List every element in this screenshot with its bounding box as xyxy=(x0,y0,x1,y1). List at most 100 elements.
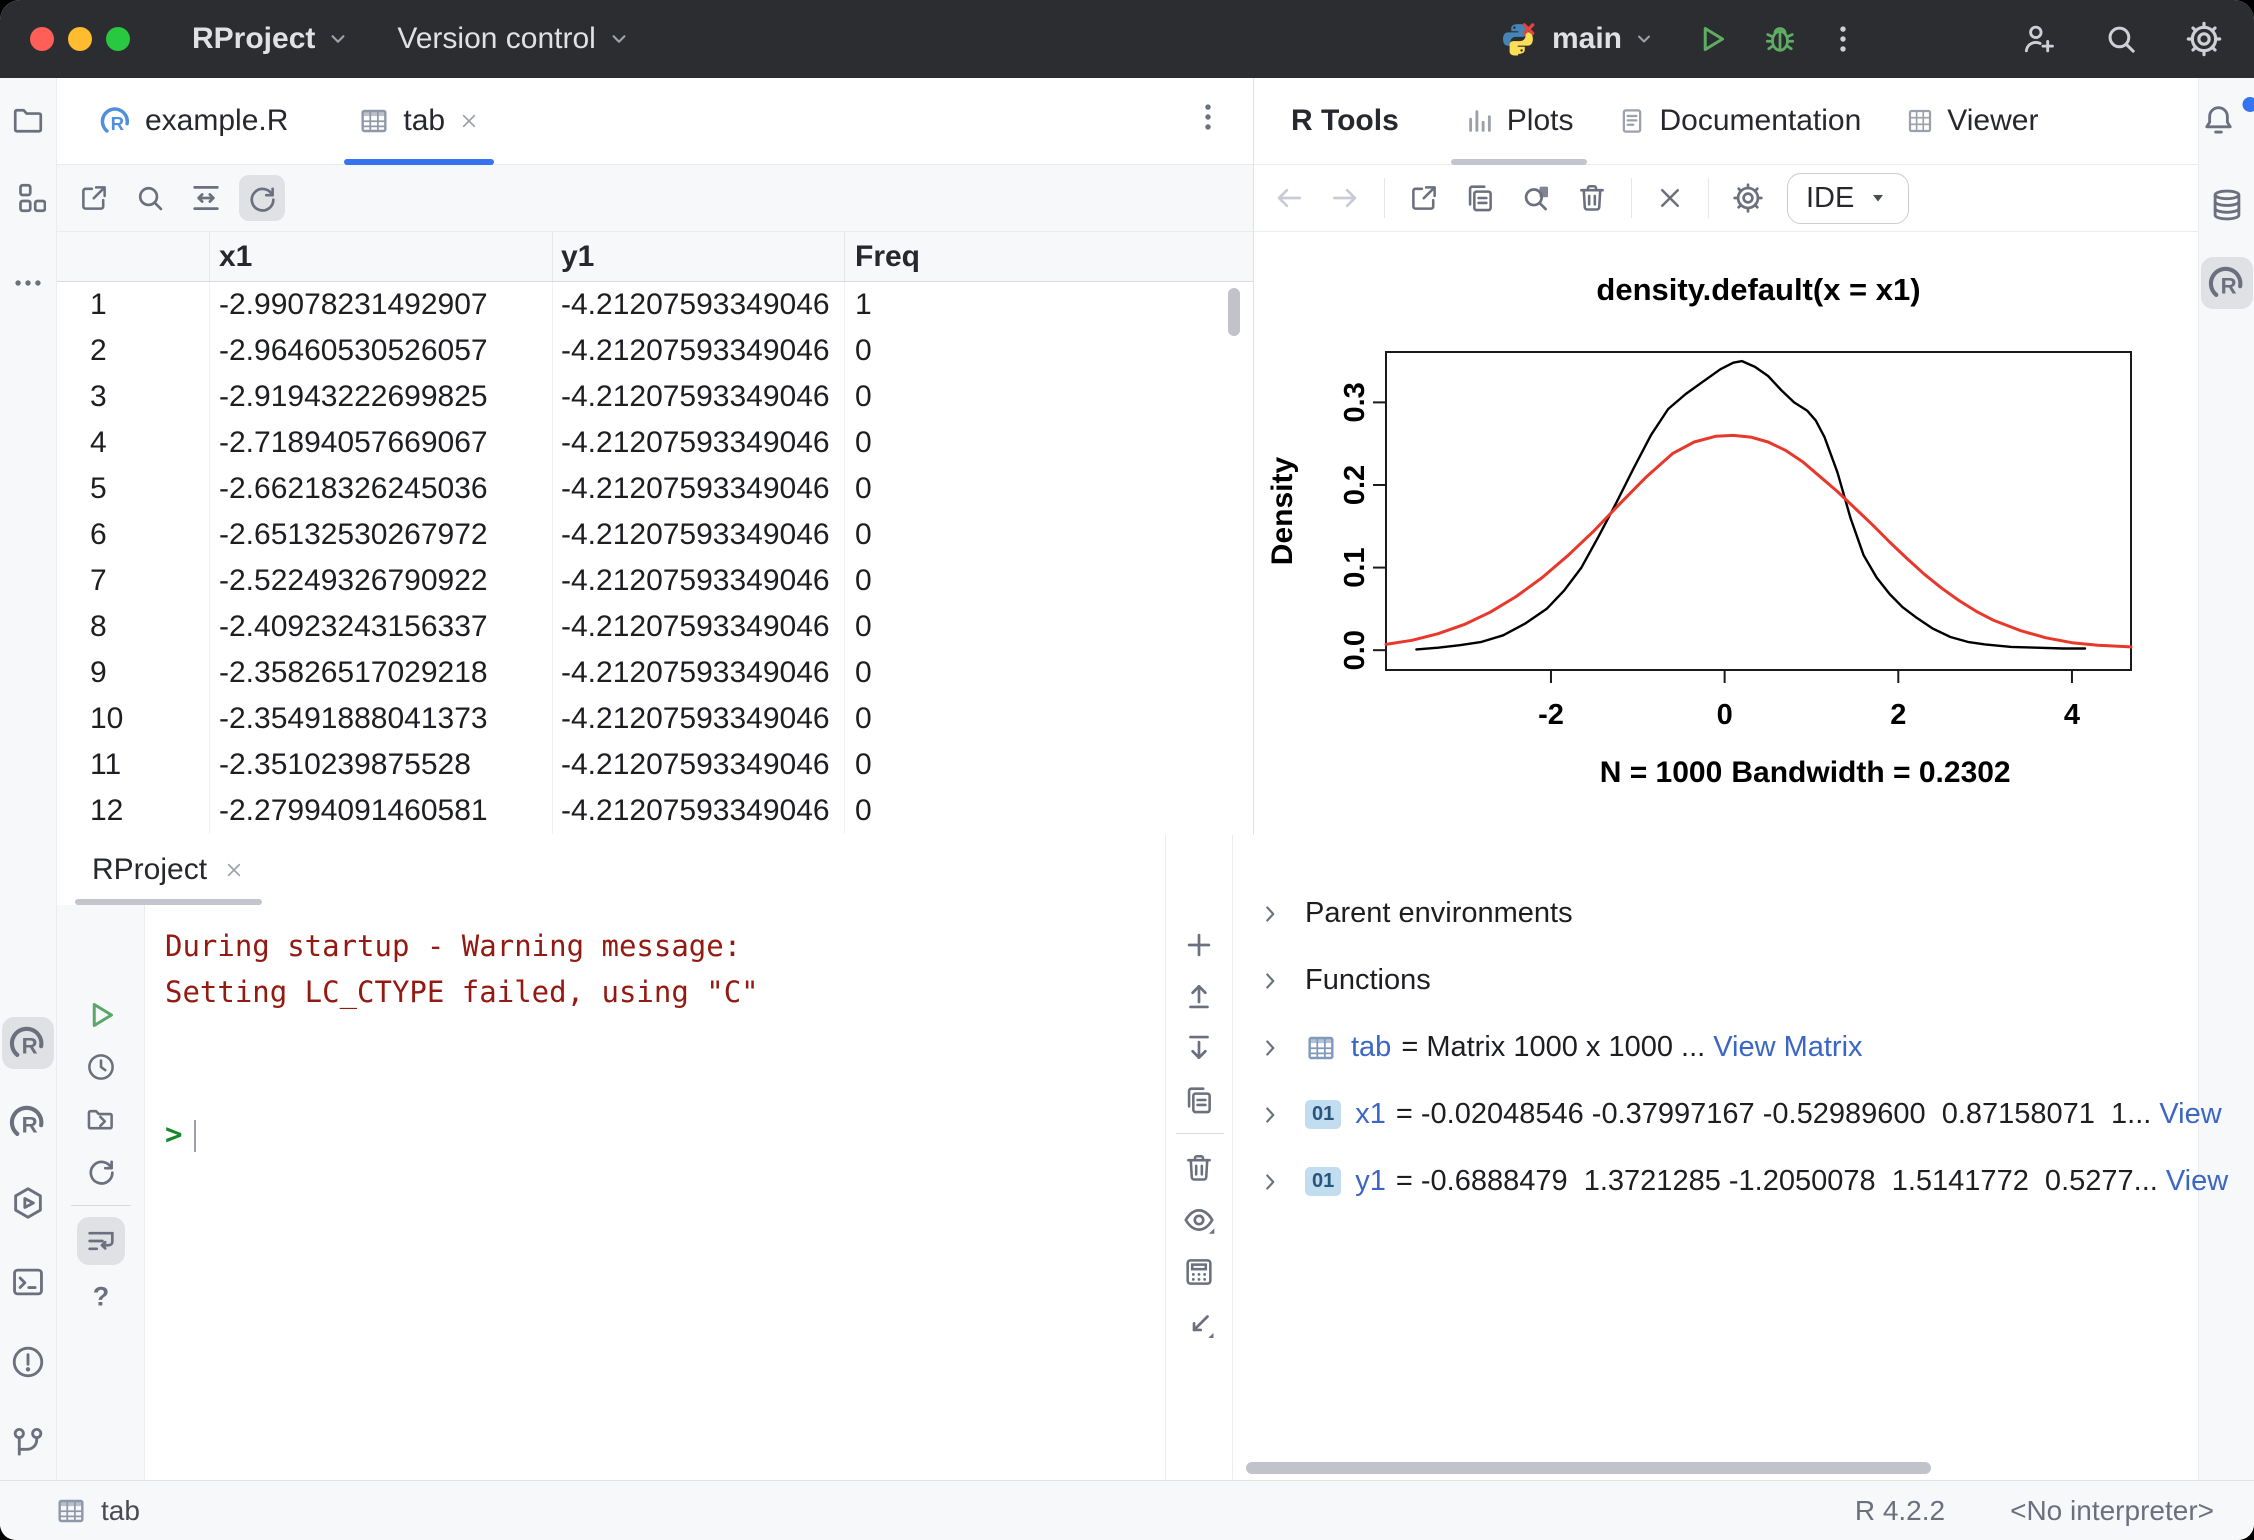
terminal-tool-icon[interactable] xyxy=(9,1263,47,1301)
r-tool-icon[interactable] xyxy=(9,1103,47,1141)
editor-options-kebab-icon[interactable] xyxy=(1191,100,1225,134)
run-config-selector[interactable]: main xyxy=(1500,21,1656,57)
variable-row[interactable]: 01 y1 = -0.6888479 1.3721285 -1.2050078 … xyxy=(1233,1148,2198,1215)
git-branch-icon[interactable] xyxy=(9,1424,47,1462)
tab-viewer[interactable]: Viewer xyxy=(1887,78,2056,164)
more-actions-kebab-icon[interactable] xyxy=(1826,22,1860,56)
export-table-button[interactable] xyxy=(71,175,117,221)
environment-section-row[interactable]: Functions xyxy=(1233,947,2198,1014)
copy-plot-button[interactable] xyxy=(1463,181,1497,215)
table-row[interactable]: 1 -2.99078231492907 -4.21207593349046 1 xyxy=(57,282,1253,328)
header-x1[interactable]: x1 xyxy=(210,232,553,281)
next-plot-button[interactable] xyxy=(1328,181,1362,215)
copy-variable-icon[interactable] xyxy=(1182,1083,1216,1117)
interpreter-widget[interactable]: <No interpreter> xyxy=(2010,1495,2214,1527)
refresh-table-button[interactable] xyxy=(239,175,285,221)
r-version-widget[interactable]: R 4.2.2 xyxy=(1855,1495,1945,1527)
table-row[interactable]: 7 -2.52249326790922 -4.21207593349046 0 xyxy=(57,558,1253,604)
tab-example-r[interactable]: example.R xyxy=(80,78,308,164)
delete-plot-button[interactable] xyxy=(1575,181,1609,215)
chevron-right-icon[interactable] xyxy=(1257,1169,1283,1195)
table-row[interactable]: 9 -2.35826517029218 -4.21207593349046 0 xyxy=(57,650,1253,696)
table-row[interactable]: 5 -2.66218326245036 -4.21207593349046 0 xyxy=(57,466,1253,512)
ide-dropdown-button[interactable]: IDE xyxy=(1787,173,1909,224)
view-link[interactable]: View Matrix xyxy=(1713,1031,1862,1064)
search-table-button[interactable] xyxy=(127,175,173,221)
chevron-right-icon[interactable] xyxy=(1257,901,1283,927)
history-clock-icon[interactable] xyxy=(84,1050,118,1084)
close-console-icon[interactable] xyxy=(223,859,245,881)
environment-section-row[interactable]: Parent environments xyxy=(1233,880,2198,947)
table-row[interactable]: 2 -2.96460530526057 -4.21207593349046 0 xyxy=(57,328,1253,374)
plot-settings-gear-icon[interactable] xyxy=(1731,181,1765,215)
tab-plots-active[interactable]: Plots xyxy=(1447,78,1592,164)
variable-row[interactable]: 01 x1 = -0.02048546 -0.37997167 -0.52989… xyxy=(1233,1081,2198,1148)
clear-environment-trash-icon[interactable] xyxy=(1182,1151,1216,1185)
view-mode-eye-icon[interactable] xyxy=(1181,1202,1217,1238)
view-link[interactable]: View xyxy=(2166,1165,2228,1198)
settings-gear-icon[interactable] xyxy=(2184,19,2224,59)
table-row[interactable]: 6 -2.65132530267972 -4.21207593349046 0 xyxy=(57,512,1253,558)
variable-row[interactable]: tab = Matrix 1000 x 1000 ... View Matrix xyxy=(1233,1014,2198,1081)
notifications-button[interactable] xyxy=(2199,101,2254,139)
tab-rproject-console[interactable]: RProject xyxy=(88,835,249,905)
console-run-icon[interactable] xyxy=(83,997,119,1033)
table-row[interactable]: 3 -2.91943222699825 -4.21207593349046 0 xyxy=(57,374,1253,420)
header-freq[interactable]: Freq xyxy=(845,232,1253,281)
table-row[interactable]: 4 -2.71894057669067 -4.21207593349046 0 xyxy=(57,420,1253,466)
import-dataset-icon[interactable] xyxy=(1182,1030,1216,1064)
zoom-plot-button[interactable] xyxy=(1519,181,1553,215)
console-caret xyxy=(194,1120,196,1152)
close-tab-icon[interactable] xyxy=(458,110,480,132)
table-row[interactable]: 8 -2.40923243156337 -4.21207593349046 0 xyxy=(57,604,1253,650)
view-link[interactable]: View xyxy=(2159,1098,2221,1131)
clear-plots-button[interactable] xyxy=(1654,182,1686,214)
cell-x1: -2.66218326245036 xyxy=(210,466,553,512)
restart-console-icon[interactable] xyxy=(84,1154,118,1188)
console-output[interactable]: During startup - Warning message: Settin… xyxy=(145,905,1165,1480)
table-vertical-scrollbar[interactable] xyxy=(1228,288,1240,336)
more-tool-windows-icon[interactable] xyxy=(11,266,45,300)
add-user-icon[interactable] xyxy=(2020,20,2058,58)
close-window-button[interactable] xyxy=(30,27,54,51)
source-file-icon[interactable] xyxy=(84,1102,118,1136)
help-icon[interactable] xyxy=(84,1280,118,1314)
r-tools-tool-active[interactable] xyxy=(2201,257,2253,309)
table-row[interactable]: 12 -2.27994091460581 -4.21207593349046 0 xyxy=(57,788,1253,834)
add-variable-icon[interactable] xyxy=(1182,928,1216,962)
run-button[interactable] xyxy=(1694,21,1730,57)
database-tool-icon[interactable] xyxy=(2208,186,2246,224)
vcs-menu[interactable]: Version control xyxy=(397,22,631,56)
export-plot-button[interactable] xyxy=(1407,181,1441,215)
export-globalenv-icon[interactable] xyxy=(1182,980,1216,1014)
bell-icon xyxy=(2199,101,2237,139)
import-into-icon[interactable] xyxy=(1182,1308,1216,1342)
previous-plot-button[interactable] xyxy=(1272,181,1306,215)
column-width-button[interactable] xyxy=(183,175,229,221)
soft-wrap-toggle-active[interactable] xyxy=(77,1217,125,1265)
r-file-icon xyxy=(100,105,132,137)
project-menu[interactable]: RProject xyxy=(192,22,351,56)
table-row[interactable]: 11 -2.3510239875528 -4.21207593349046 0 xyxy=(57,742,1253,788)
status-current-tab[interactable]: tab xyxy=(55,1495,140,1527)
header-y1[interactable]: y1 xyxy=(553,232,845,281)
chevron-right-icon[interactable] xyxy=(1257,1102,1283,1128)
search-everywhere-icon[interactable] xyxy=(2102,20,2140,58)
tab-documentation[interactable]: Documentation xyxy=(1599,78,1879,164)
debug-button[interactable] xyxy=(1762,21,1798,57)
problems-tool-icon[interactable] xyxy=(9,1343,47,1381)
table-row[interactable]: 10 -2.35491888041373 -4.21207593349046 0 xyxy=(57,696,1253,742)
chevron-right-icon[interactable] xyxy=(1257,1035,1283,1061)
r-console-tool-active[interactable] xyxy=(2,1017,54,1069)
run-tool-icon[interactable] xyxy=(9,1184,47,1222)
project-folder-icon[interactable] xyxy=(10,102,46,138)
minimize-window-button[interactable] xyxy=(68,27,92,51)
evaluate-expression-icon[interactable] xyxy=(1182,1255,1216,1289)
chevron-right-icon[interactable] xyxy=(1257,968,1283,994)
zoom-window-button[interactable] xyxy=(106,27,130,51)
structure-icon[interactable] xyxy=(10,180,46,216)
environment-horizontal-scrollbar[interactable] xyxy=(1246,1462,1931,1474)
soft-wrap-icon xyxy=(84,1224,118,1258)
tab-tab-active[interactable]: tab xyxy=(338,78,500,164)
header-index[interactable] xyxy=(57,232,210,281)
